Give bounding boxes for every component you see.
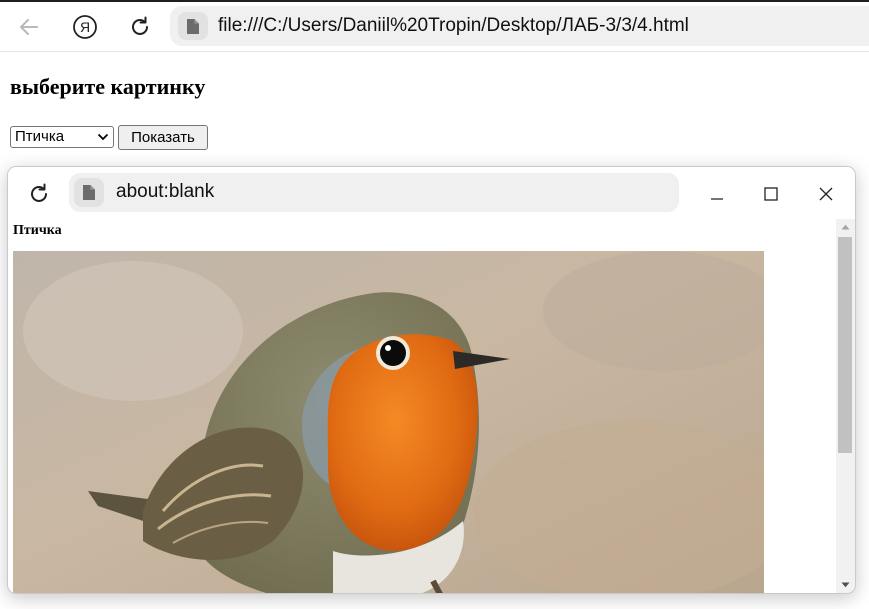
popup-heading: Птичка (13, 223, 62, 238)
popup-window: about:blank Птичка (7, 166, 856, 594)
maximize-button[interactable] (751, 179, 791, 209)
scroll-down-arrow-icon[interactable] (841, 582, 850, 588)
popup-scrollbar[interactable] (836, 219, 855, 593)
popup-page-info-button[interactable] (74, 178, 104, 207)
scroll-up-arrow-icon[interactable] (841, 224, 850, 230)
back-button[interactable] (11, 10, 47, 44)
page-heading: выберите картинку (10, 74, 206, 99)
minimize-button[interactable] (697, 179, 737, 209)
popup-content: Птичка (8, 219, 835, 593)
robin-photo (13, 251, 764, 593)
popup-toolbar: about:blank (8, 167, 855, 219)
file-icon (187, 18, 199, 34)
file-icon (83, 185, 95, 200)
image-select[interactable]: Птичка (10, 126, 114, 148)
scrollbar-thumb[interactable] (838, 237, 852, 453)
page-info-button[interactable] (178, 12, 208, 40)
chevron-down-icon (97, 133, 109, 141)
robin-image (13, 251, 764, 593)
minimize-icon (711, 198, 723, 200)
window-top-edge (0, 0, 869, 2)
yandex-icon: Я (73, 15, 97, 39)
yandex-button[interactable]: Я (67, 10, 103, 44)
svg-text:Я: Я (80, 19, 90, 35)
maximize-icon (764, 187, 778, 201)
show-button[interactable]: Показать (118, 125, 208, 150)
close-icon (819, 187, 833, 201)
close-button[interactable] (806, 179, 846, 209)
address-bar[interactable]: file:///C:/Users/Daniil%20Tropin/Desktop… (170, 6, 869, 46)
back-arrow-icon (20, 19, 38, 35)
reload-button[interactable] (122, 10, 158, 44)
address-url[interactable]: file:///C:/Users/Daniil%20Tropin/Desktop… (218, 15, 689, 37)
popup-reload-button[interactable] (22, 178, 56, 210)
reload-icon (132, 16, 148, 35)
popup-url[interactable]: about:blank (116, 181, 214, 203)
select-value: Птичка (15, 128, 65, 145)
popup-address-bar[interactable]: about:blank (69, 173, 679, 212)
reload-icon (31, 183, 47, 202)
browser-toolbar: Я file:///C:/Users/Daniil%20Tropin/Deskt… (0, 0, 869, 52)
